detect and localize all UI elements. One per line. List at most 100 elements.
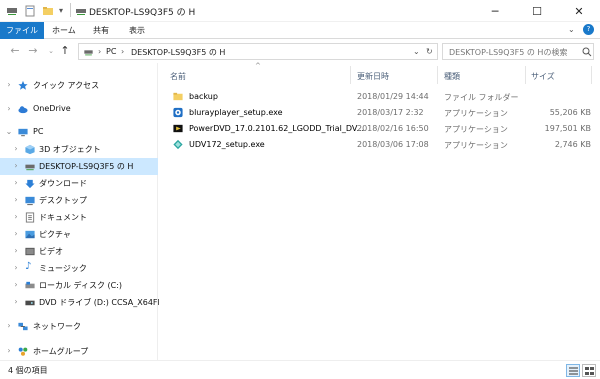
file-date: 2018/03/17 2:32 bbox=[357, 108, 424, 117]
item-count: 4 個の項目 bbox=[8, 366, 48, 375]
nav-item-desktop[interactable]: › デスクトップ bbox=[0, 192, 158, 209]
column-divider[interactable] bbox=[437, 66, 438, 84]
breadcrumb-separator-icon: › bbox=[121, 47, 125, 56]
minimize-button[interactable]: ─ bbox=[474, 0, 516, 22]
chevron-right-icon[interactable]: › bbox=[12, 161, 20, 170]
nav-item-videos[interactable]: › ビデオ bbox=[0, 243, 158, 260]
chevron-right-icon[interactable]: › bbox=[5, 104, 13, 113]
file-type: アプリケーション bbox=[444, 109, 508, 118]
column-divider[interactable] bbox=[525, 66, 526, 84]
nav-item-pc[interactable]: ⌄ PC bbox=[0, 124, 158, 141]
breadcrumb-separator-icon: › bbox=[98, 47, 102, 56]
file-date: 2018/02/16 16:50 bbox=[357, 124, 429, 133]
nav-label: ドキュメント bbox=[39, 213, 87, 222]
file-row[interactable]: UDV172_setup.exe 2018/03/06 17:08 アプリケーシ… bbox=[165, 136, 595, 153]
customize-qat-chevron-icon[interactable]: ▾ bbox=[59, 6, 63, 15]
address-dropdown-chevron-icon[interactable]: ⌄ bbox=[413, 47, 420, 56]
chevron-right-icon[interactable]: › bbox=[12, 178, 20, 187]
help-icon[interactable]: ? bbox=[583, 24, 594, 35]
nav-item-dvd-drive-d[interactable]: › DVD ドライブ (D:) CCSA_X64FRE_ bbox=[0, 294, 172, 311]
chevron-right-icon[interactable]: › bbox=[12, 144, 20, 153]
chevron-right-icon[interactable]: › bbox=[5, 346, 13, 355]
breadcrumb-pc[interactable]: PC bbox=[106, 47, 116, 56]
chevron-right-icon[interactable]: › bbox=[5, 321, 13, 330]
document-icon bbox=[25, 212, 35, 223]
computer-icon bbox=[18, 128, 28, 137]
large-icons-view-icon[interactable] bbox=[582, 364, 596, 377]
forward-arrow-icon[interactable]: → bbox=[26, 44, 40, 57]
file-type: アプリケーション bbox=[444, 141, 508, 150]
window-title: DESKTOP-LS9Q3F5 の H bbox=[89, 8, 196, 18]
file-row[interactable]: PowerDVD_17.0.2101.62_LGODD_Trial_DV... … bbox=[165, 120, 595, 137]
nav-item-music[interactable]: › ♪ ミュージック bbox=[0, 260, 158, 277]
chevron-right-icon[interactable]: › bbox=[5, 80, 13, 89]
nav-item-network[interactable]: › ネットワーク bbox=[0, 318, 158, 335]
up-arrow-icon[interactable]: ↑ bbox=[58, 44, 72, 57]
homegroup-icon bbox=[18, 347, 28, 356]
nav-label: ミュージック bbox=[39, 264, 87, 273]
search-icon[interactable] bbox=[582, 47, 592, 57]
new-folder-icon[interactable] bbox=[42, 5, 54, 17]
nav-item-pictures[interactable]: › ピクチャ bbox=[0, 226, 158, 243]
network-drive-icon bbox=[25, 164, 35, 171]
column-header-date[interactable]: 更新日時 bbox=[357, 71, 389, 82]
nav-item-network-drive-h[interactable]: › DESKTOP-LS9Q3F5 の H bbox=[0, 158, 158, 175]
nav-label: PC bbox=[33, 127, 44, 136]
recent-locations-chevron-icon[interactable]: ⌄ bbox=[44, 47, 58, 55]
column-divider[interactable] bbox=[591, 66, 592, 84]
search-input[interactable]: DESKTOP-LS9Q3F5 の Hの検索 bbox=[442, 43, 594, 60]
details-view-icon[interactable] bbox=[566, 364, 580, 377]
nav-label: ローカル ディスク (C:) bbox=[39, 281, 123, 290]
chevron-right-icon[interactable]: › bbox=[12, 212, 20, 221]
nav-label: ホームグループ bbox=[33, 347, 89, 356]
navigation-bar: ← → ⌄ ↑ › PC › DESKTOP-LS9Q3F5 の H ⌄ ↻ D… bbox=[0, 39, 600, 63]
address-bar[interactable]: › PC › DESKTOP-LS9Q3F5 の H ⌄ ↻ bbox=[78, 43, 438, 60]
column-header-size[interactable]: サイズ bbox=[531, 71, 555, 82]
nav-item-homegroup[interactable]: › ホームグループ bbox=[0, 343, 158, 360]
file-row[interactable]: backup 2018/01/29 14:44 ファイル フォルダー bbox=[165, 88, 595, 105]
file-row[interactable]: blurayplayer_setup.exe 2018/03/17 2:32 ア… bbox=[165, 104, 595, 121]
file-name: PowerDVD_17.0.2101.62_LGODD_Trial_DV... bbox=[189, 124, 364, 133]
video-icon bbox=[25, 247, 35, 256]
column-divider[interactable] bbox=[350, 66, 351, 84]
tab-file[interactable]: ファイル bbox=[0, 22, 44, 39]
back-arrow-icon[interactable]: ← bbox=[8, 44, 22, 57]
chevron-right-icon[interactable]: › bbox=[12, 229, 20, 238]
nav-item-local-disk-c[interactable]: › ローカル ディスク (C:) bbox=[0, 277, 158, 294]
close-button[interactable]: ✕ bbox=[558, 0, 600, 22]
nav-label: DVD ドライブ (D:) CCSA_X64FRE_ bbox=[39, 298, 173, 307]
chevron-right-icon[interactable]: › bbox=[12, 297, 20, 306]
search-placeholder: DESKTOP-LS9Q3F5 の Hの検索 bbox=[449, 48, 568, 57]
nav-label: ダウンロード bbox=[39, 179, 87, 188]
chevron-right-icon[interactable]: › bbox=[12, 195, 20, 204]
refresh-icon[interactable]: ↻ bbox=[426, 47, 433, 56]
picture-icon bbox=[25, 230, 35, 239]
file-list: ^ 名前 更新日時 種類 サイズ backup 2018/01/29 14:44… bbox=[159, 62, 600, 360]
properties-icon[interactable] bbox=[24, 5, 36, 17]
tab-home[interactable]: ホーム bbox=[52, 22, 76, 39]
file-size: 55,206 KB bbox=[549, 108, 591, 117]
address-drive-icon bbox=[84, 50, 93, 56]
file-name: blurayplayer_setup.exe bbox=[189, 108, 283, 117]
chevron-right-icon[interactable]: › bbox=[12, 246, 20, 255]
tab-view[interactable]: 表示 bbox=[129, 22, 145, 39]
nav-item-onedrive[interactable]: › OneDrive bbox=[0, 101, 158, 118]
nav-item-downloads[interactable]: › ダウンロード bbox=[0, 175, 158, 192]
nav-label: ピクチャ bbox=[39, 230, 71, 239]
cube-icon bbox=[25, 144, 35, 155]
nav-item-quick-access[interactable]: › クイック アクセス bbox=[0, 77, 158, 94]
column-header-type[interactable]: 種類 bbox=[444, 71, 460, 82]
column-header-name[interactable]: 名前 bbox=[170, 71, 186, 82]
expand-ribbon-chevron-icon[interactable]: ⌄ bbox=[568, 25, 575, 34]
nav-item-documents[interactable]: › ドキュメント bbox=[0, 209, 158, 226]
tab-share[interactable]: 共有 bbox=[93, 22, 109, 39]
nav-item-3d-objects[interactable]: › 3D オブジェクト bbox=[0, 141, 158, 158]
chevron-right-icon[interactable]: › bbox=[12, 280, 20, 289]
title-divider bbox=[70, 3, 71, 17]
chevron-right-icon[interactable]: › bbox=[12, 263, 20, 272]
chevron-down-icon[interactable]: ⌄ bbox=[5, 127, 13, 136]
maximize-button[interactable]: ☐ bbox=[516, 0, 558, 22]
breadcrumb-current[interactable]: DESKTOP-LS9Q3F5 の H bbox=[131, 47, 225, 58]
nav-label: デスクトップ bbox=[39, 196, 87, 205]
cloud-icon bbox=[18, 106, 28, 114]
